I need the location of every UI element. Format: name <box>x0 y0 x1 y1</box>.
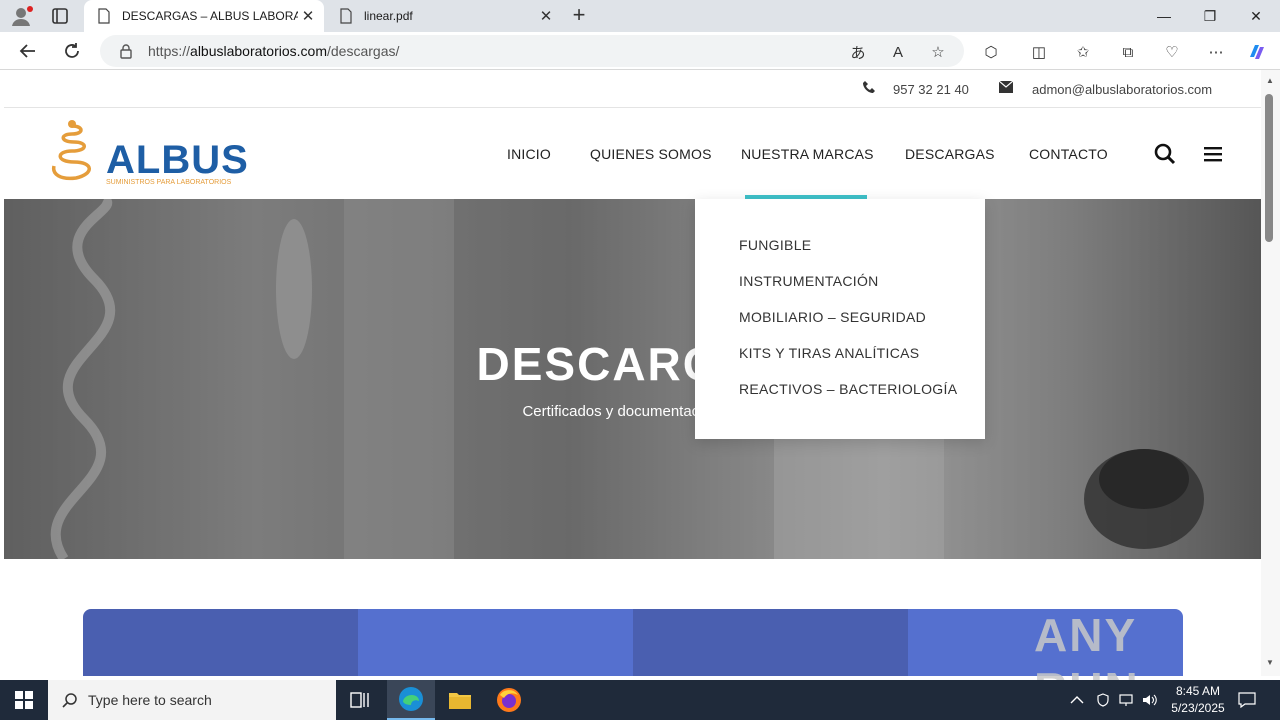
copilot-icon[interactable] <box>1246 41 1268 63</box>
restore-button[interactable]: ❐ <box>1187 0 1233 32</box>
spiral-logo-icon <box>51 120 91 181</box>
dropdown-item-fungible[interactable]: FUNGIBLE <box>695 237 985 273</box>
page-scrollbar[interactable]: ▲ ▼ <box>1261 70 1280 676</box>
taskbar-search[interactable]: Type here to search <box>48 680 336 720</box>
nav-nuestra-marcas[interactable]: NUESTRA MARCAS <box>741 146 874 162</box>
firefox-icon <box>497 688 521 712</box>
tab-title: DESCARGAS – ALBUS LABORATORIOS <box>122 9 298 23</box>
close-window-button[interactable]: ✕ <box>1233 0 1279 32</box>
split-screen-icon[interactable]: ◫ <box>1028 41 1050 63</box>
task-view-button[interactable] <box>336 680 384 720</box>
back-button[interactable] <box>15 38 41 64</box>
scroll-down-icon[interactable]: ▼ <box>1266 658 1274 667</box>
search-icon[interactable] <box>1153 142 1177 166</box>
search-icon <box>62 693 77 708</box>
phone-number[interactable]: 957 32 21 40 <box>893 82 969 97</box>
nav-descargas[interactable]: DESCARGAS <box>905 146 995 162</box>
site-header: ALBUS SUMINISTROS PARA LABORATORIOS INIC… <box>4 108 1261 199</box>
page-icon <box>98 8 110 24</box>
shield-icon <box>1097 693 1109 707</box>
download-cards-row <box>83 609 1183 676</box>
lock-icon[interactable] <box>118 43 134 59</box>
edge-taskbar-app[interactable] <box>387 680 435 720</box>
page-icon <box>340 8 352 24</box>
collections-icon[interactable]: ⧉ <box>1117 41 1139 63</box>
url-field[interactable]: https://albuslaboratorios.com/descargas/… <box>100 35 964 67</box>
search-placeholder: Type here to search <box>88 692 212 708</box>
webpage: 957 32 21 40 admon@albuslaboratorios.com… <box>4 70 1261 676</box>
contact-bar: 957 32 21 40 admon@albuslaboratorios.com <box>4 70 1261 108</box>
albus-logo[interactable]: ALBUS SUMINISTROS PARA LABORATORIOS <box>50 118 248 190</box>
firefox-app[interactable] <box>485 680 533 720</box>
logo-tagline: SUMINISTROS PARA LABORATORIOS <box>106 179 232 186</box>
translate-icon[interactable]: あ <box>848 42 868 62</box>
show-hidden-icons[interactable] <box>1070 680 1084 720</box>
security-tray[interactable] <box>1096 680 1110 720</box>
reload-button[interactable] <box>59 38 85 64</box>
more-menu-icon[interactable]: ⋯ <box>1205 41 1227 63</box>
download-card[interactable] <box>358 609 633 676</box>
chevron-up-icon <box>1070 696 1084 704</box>
system-clock[interactable]: 8:45 AM 5/23/2025 <box>1160 683 1236 717</box>
page-title: DESCARGAS <box>476 338 789 390</box>
tab-linear-pdf[interactable]: linear.pdf ✕ <box>326 0 562 32</box>
read-aloud-icon[interactable]: A <box>888 42 908 62</box>
favorite-star-icon[interactable]: ☆ <box>928 42 948 62</box>
windows-logo-icon <box>15 691 33 709</box>
scroll-up-icon[interactable]: ▲ <box>1266 76 1274 85</box>
nav-inicio[interactable]: INICIO <box>507 146 551 162</box>
dropdown-item-instrumentacion[interactable]: INSTRUMENTACIÓN <box>695 273 985 309</box>
tab-title: linear.pdf <box>364 9 413 23</box>
dropdown-item-mobiliario[interactable]: MOBILIARIO – SEGURIDAD <box>695 309 985 345</box>
download-card[interactable] <box>633 609 908 676</box>
dropdown-item-kits[interactable]: KITS Y TIRAS ANALÍTICAS <box>695 345 985 381</box>
anyrun-watermark: ANY RUN <box>1034 609 1138 715</box>
clock-date: 5/23/2025 <box>1171 701 1225 715</box>
network-tray[interactable] <box>1119 680 1135 720</box>
folder-icon <box>449 693 471 709</box>
notifications-button[interactable] <box>1238 680 1256 720</box>
windows-taskbar: Type here to search 8:45 AM 5/23/2025 <box>0 680 1280 720</box>
download-card[interactable] <box>83 609 358 676</box>
dropdown-item-reactivos[interactable]: REACTIVOS – BACTERIOLOGÍA <box>695 381 985 417</box>
nav-contacto[interactable]: CONTACTO <box>1029 146 1108 162</box>
minimize-button[interactable]: — <box>1141 0 1187 32</box>
address-bar-row: https://albuslaboratorios.com/descargas/… <box>0 32 1280 70</box>
mail-icon <box>999 81 1013 93</box>
network-icon <box>1119 694 1133 706</box>
favorites-icon[interactable]: ✩ <box>1072 41 1094 63</box>
notification-icon <box>1238 692 1256 708</box>
email-address[interactable]: admon@albuslaboratorios.com <box>1032 82 1212 97</box>
task-view-icon <box>350 692 369 708</box>
new-tab-button[interactable]: + <box>568 4 590 27</box>
hamburger-menu-icon[interactable] <box>1201 142 1225 166</box>
extensions-icon[interactable]: ⬡ <box>980 41 1002 63</box>
logo-name: ALBUS <box>106 138 249 182</box>
close-tab-icon[interactable]: ✕ <box>536 6 556 26</box>
url-text: https://albuslaboratorios.com/descargas/ <box>148 43 400 59</box>
browser-tab-bar: DESCARGAS – ALBUS LABORATORIOS ✕ linear.… <box>0 0 1280 32</box>
reload-icon <box>65 43 79 58</box>
hero-banner: DESCARGAS Certificados y documentación ú… <box>4 199 1261 559</box>
page-subtitle: Certificados y documentación útil <box>522 403 743 420</box>
scrollbar-thumb[interactable] <box>1265 94 1273 242</box>
profile-icon[interactable] <box>10 5 34 27</box>
tab-actions-icon[interactable] <box>50 6 70 26</box>
copilot-logo <box>1250 45 1264 59</box>
speaker-icon <box>1143 694 1157 706</box>
start-button[interactable] <box>0 680 48 720</box>
back-arrow-icon <box>19 44 35 58</box>
browser-essentials-icon[interactable]: ♡ <box>1161 41 1183 63</box>
close-tab-icon[interactable]: ✕ <box>298 6 318 26</box>
file-explorer-app[interactable] <box>436 680 484 720</box>
clock-time: 8:45 AM <box>1175 684 1221 698</box>
edge-icon <box>399 687 423 711</box>
nav-quienes-somos[interactable]: QUIENES SOMOS <box>590 146 712 162</box>
phone-icon <box>863 81 875 93</box>
volume-tray[interactable] <box>1142 680 1158 720</box>
tab-descargas[interactable]: DESCARGAS – ALBUS LABORATORIOS ✕ <box>84 0 324 32</box>
marcas-dropdown-menu: FUNGIBLE INSTRUMENTACIÓN MOBILIARIO – SE… <box>695 199 985 439</box>
